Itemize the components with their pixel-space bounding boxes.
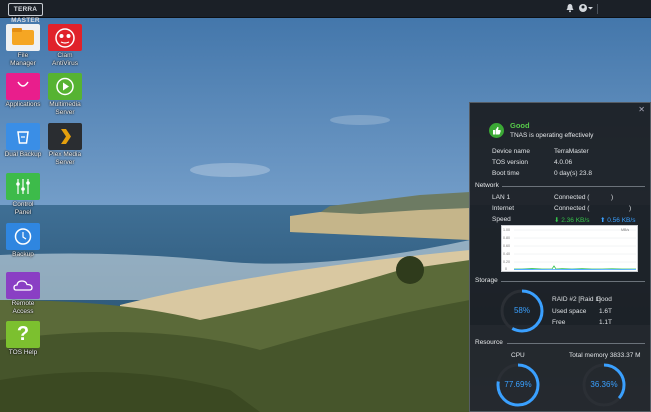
app-file-manager[interactable]: File Manager — [0, 24, 46, 67]
thumbs-up-icon — [489, 123, 504, 138]
y-tick: 0.40 — [503, 252, 510, 256]
free-space-label: Free — [552, 319, 566, 326]
download-speed: ⬇ 2.36 KB/s — [554, 217, 590, 224]
memory-percent: 36.36% — [590, 380, 618, 389]
storage-percent: 58% — [513, 306, 530, 315]
app-applications[interactable]: Applications — [0, 73, 46, 109]
app-plex-media-server[interactable]: Plex Media Server — [42, 123, 88, 166]
cpu-label: CPU — [511, 352, 525, 359]
speed-label: Speed — [492, 216, 511, 223]
app-label: Remote Access — [11, 300, 35, 315]
used-space-value: 1.6T — [599, 308, 613, 315]
network-section-title: Network — [475, 182, 499, 189]
app-label: File Manager — [10, 52, 36, 67]
terramaster-logo[interactable]: TERRA MASTER — [8, 3, 43, 24]
download-series — [514, 265, 636, 270]
free-space-value: 1.1T — [599, 319, 613, 326]
close-icon[interactable]: ✕ — [638, 105, 645, 114]
network-speed-graph: 1.00 0.80 0.60 0.40 0.20 0 MB/s — [501, 225, 638, 272]
cloud-icon — [6, 272, 40, 299]
app-control-panel[interactable]: Control Panel — [0, 173, 46, 216]
divider — [501, 281, 645, 282]
app-label: Control Panel — [12, 201, 34, 216]
resource-section-title: Resource — [475, 339, 503, 346]
divider — [507, 343, 645, 344]
app-clam-antivirus[interactable]: Clam AntiVirus — [42, 24, 88, 67]
play-icon — [48, 73, 82, 100]
y-tick: 0 — [505, 267, 507, 271]
internet-status-end: ) — [629, 205, 632, 212]
status-subtitle: TNAS is operating effectively — [510, 132, 594, 139]
bell-icon[interactable] — [565, 3, 575, 13]
app-label: Backup — [12, 251, 34, 258]
system-status-widget: ✕ Good TNAS is operating effectively Dev… — [469, 102, 651, 412]
status-title: Good — [510, 121, 530, 130]
raid-label: RAID #2 [Raid 1] — [552, 296, 601, 303]
top-bar: TERRA MASTER — [0, 0, 651, 24]
app-label: Multimedia Server — [49, 101, 81, 116]
y-tick: 0.20 — [503, 260, 510, 264]
question-icon: ? — [6, 321, 40, 348]
shopping-bag-icon — [6, 73, 40, 100]
upload-speed: ⬆ 0.56 KB/s — [600, 217, 636, 224]
app-backup[interactable]: Backup — [0, 223, 46, 259]
app-remote-access[interactable]: Remote Access — [0, 272, 46, 315]
tos-version-label: TOS version — [492, 159, 529, 166]
y-tick: 1.00 — [503, 228, 510, 232]
download-speed-value: 2.36 KB/s — [561, 217, 590, 224]
raid-status: Good — [596, 296, 612, 303]
boot-time-label: Boot time — [492, 170, 520, 177]
cpu-percent: 77.69% — [504, 380, 532, 389]
tos-version-value: 4.0.06 — [554, 159, 573, 166]
app-label: Dual Backup — [4, 151, 42, 158]
device-name-value: TerraMaster — [554, 148, 589, 155]
divider — [502, 186, 645, 187]
y-tick: 0.60 — [503, 244, 510, 248]
boot-time-value: 0 day(s) 23.8 — [554, 170, 592, 177]
app-dual-backup[interactable]: Dual Backup — [0, 123, 46, 159]
lan1-label: LAN 1 — [492, 194, 511, 201]
storage-section-title: Storage — [475, 277, 498, 284]
app-tos-help[interactable]: ? TOS Help — [0, 321, 46, 357]
upload-speed-value: 0.56 KB/s — [607, 217, 636, 224]
app-label: Clam AntiVirus — [52, 52, 78, 67]
internet-label: Internet — [492, 205, 515, 212]
backup-bucket-icon — [6, 123, 40, 150]
sliders-icon — [6, 173, 40, 200]
chevron-down-icon[interactable] — [587, 3, 594, 13]
clock-icon — [6, 223, 40, 250]
internet-status: Connected ( — [554, 205, 590, 212]
topbar-divider — [597, 4, 598, 14]
total-memory-label: Total memory 3833.37 M — [569, 352, 641, 359]
graph-unit: MB/s — [621, 228, 629, 232]
lan1-status-end: ) — [611, 194, 614, 201]
clamav-icon — [48, 24, 82, 51]
app-label: TOS Help — [8, 349, 38, 356]
device-name-label: Device name — [492, 148, 530, 155]
used-space-label: Used space — [552, 308, 587, 315]
app-label: Plex Media Server — [48, 151, 82, 166]
app-label: Applications — [5, 101, 41, 108]
speed-graph-svg: 1.00 0.80 0.60 0.40 0.20 0 MB/s — [503, 228, 637, 271]
plex-icon — [48, 123, 82, 150]
lan1-status: Connected ( — [554, 194, 590, 201]
app-multimedia-server[interactable]: Multimedia Server — [42, 73, 88, 116]
folder-icon — [6, 24, 40, 51]
y-tick: 0.80 — [503, 236, 510, 240]
